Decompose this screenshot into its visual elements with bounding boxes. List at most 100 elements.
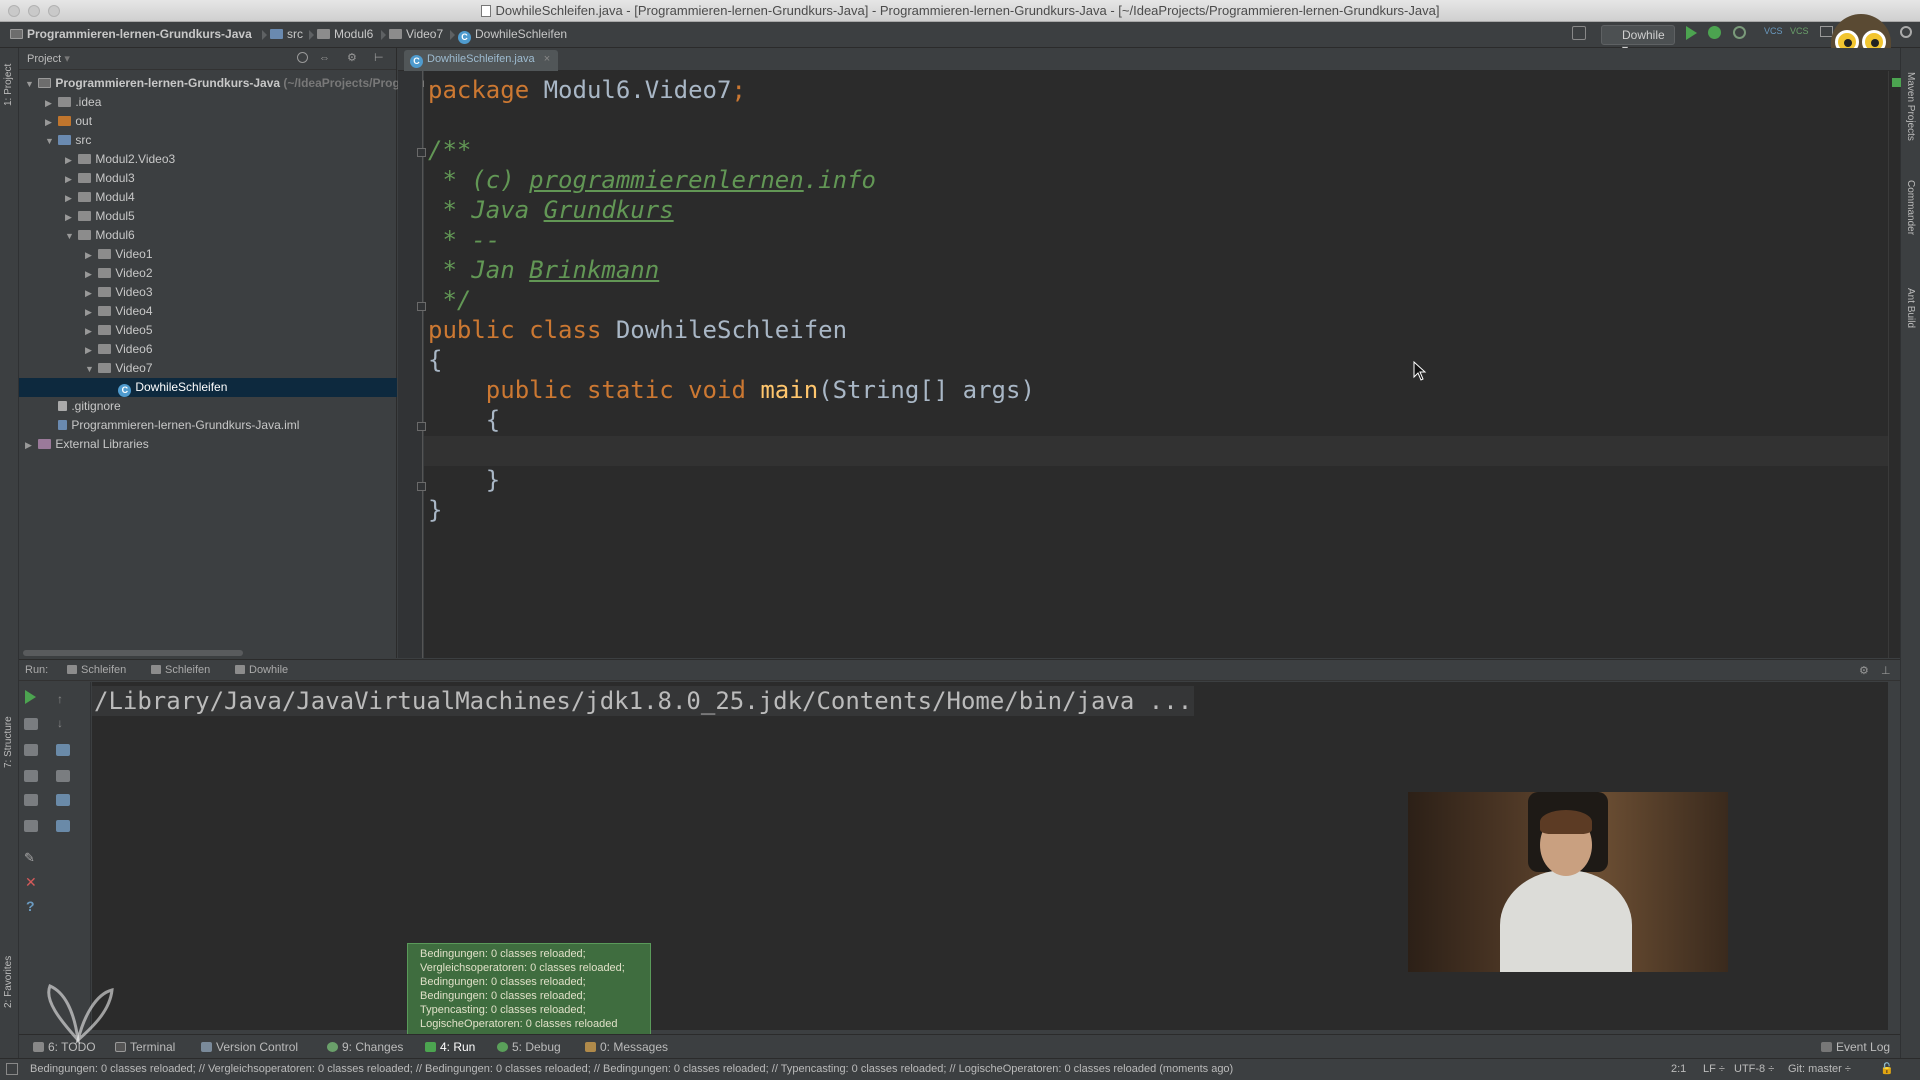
tree-item[interactable]: ▶ Modul4 (19, 188, 397, 207)
collapse-arrow-icon[interactable]: ▶ (85, 265, 95, 284)
editor-vertical-scrollbar[interactable] (1888, 71, 1900, 658)
reload-notification-balloon[interactable]: Bedingungen: 0 classes reloaded; Verglei… (407, 943, 651, 1035)
dump-threads-icon[interactable] (24, 770, 38, 782)
vcs-commit-icon[interactable]: VCS (1790, 26, 1809, 44)
tree-item[interactable]: ▶ Video4 (19, 302, 397, 321)
tree-item[interactable]: ▼ Video7 (19, 359, 397, 378)
scroll-from-source-icon[interactable] (297, 52, 308, 63)
search-icon[interactable] (1900, 26, 1912, 38)
collapse-arrow-icon[interactable]: ▶ (65, 208, 75, 227)
project-view-select[interactable]: Project (27, 53, 61, 65)
toggle-tool-windows-icon[interactable] (6, 1063, 18, 1075)
breadcrumb-modul6[interactable]: Modul6 (317, 27, 373, 41)
file-encoding[interactable]: UTF-8 ÷ (1734, 1063, 1774, 1075)
tool-window-version-control[interactable]: Version Control (201, 1040, 298, 1054)
collapse-arrow-icon[interactable]: ▶ (45, 113, 55, 132)
tool-window-changes[interactable]: 9: Changes (327, 1040, 403, 1054)
structure-tool-button[interactable]: 7: Structure (3, 716, 14, 768)
expand-arrow-icon[interactable]: ▼ (65, 227, 75, 246)
debug-icon[interactable] (1708, 26, 1721, 39)
clear-all-icon[interactable] (56, 820, 70, 832)
maven-projects-tool-button[interactable]: Maven Projects (1905, 72, 1916, 141)
collapse-arrow-icon[interactable]: ▶ (85, 303, 95, 322)
rerun-icon[interactable] (25, 690, 36, 709)
collapse-arrow-icon[interactable]: ▶ (45, 94, 55, 113)
expand-arrow-icon[interactable]: ▼ (85, 360, 95, 379)
horizontal-scrollbar[interactable] (23, 650, 243, 656)
pause-icon[interactable] (24, 744, 38, 756)
tree-item[interactable]: ▶ Video6 (19, 340, 397, 359)
breadcrumb-src[interactable]: src (270, 27, 303, 41)
up-stack-icon[interactable]: ↑ (57, 692, 63, 706)
tree-item[interactable]: ▶ External Libraries (19, 435, 397, 454)
vcs-update-icon[interactable]: VCS (1764, 26, 1783, 44)
git-branch[interactable]: Git: master ÷ (1788, 1063, 1851, 1075)
breadcrumb-project[interactable]: Programmieren-lernen-Grundkurs-Java (10, 27, 252, 41)
expand-arrow-icon[interactable]: ▼ (25, 75, 35, 94)
hide-panel-icon[interactable]: ⊢ (374, 51, 384, 64)
exit-icon[interactable] (24, 794, 38, 806)
fold-marker[interactable] (417, 302, 426, 311)
tool-window-terminal[interactable]: Terminal (115, 1040, 175, 1054)
run-configuration-select[interactable]: Dowhile ▾ (1601, 25, 1675, 56)
tool-window-debug[interactable]: 5: Debug (497, 1040, 561, 1054)
event-log-button[interactable]: Event Log (1821, 1040, 1890, 1054)
run-tab-dowhile[interactable]: Dowhile (235, 664, 288, 676)
down-stack-icon[interactable]: ↓ (57, 716, 63, 730)
structure-toolbar-icon[interactable] (1572, 26, 1586, 40)
collapse-arrow-icon[interactable]: ▶ (85, 341, 95, 360)
run-tab-schleifen-2[interactable]: Schleifen (151, 664, 210, 676)
collapse-arrow-icon[interactable]: ▶ (25, 436, 35, 455)
soft-wrap-icon[interactable] (56, 744, 70, 756)
project-tool-button[interactable]: 1: Project (3, 64, 14, 106)
tree-item[interactable]: ▶ Video1 (19, 245, 397, 264)
lock-icon[interactable]: 🔓 (1880, 1062, 1894, 1075)
breadcrumb-class[interactable]: C DowhileSchleifen (458, 27, 567, 44)
close-icon[interactable]: ✕ (25, 874, 37, 891)
pin-icon[interactable]: ✎ (24, 850, 35, 866)
code-editor[interactable]: package Modul6.Video7; /** * (c) programm… (424, 71, 1894, 658)
help-icon[interactable]: ? (26, 898, 35, 914)
tree-item[interactable]: .gitignore (19, 397, 397, 416)
run-tab-schleifen-1[interactable]: Schleifen (67, 664, 126, 676)
collapse-arrow-icon[interactable]: ▶ (65, 170, 75, 189)
print-icon[interactable] (56, 794, 70, 806)
collapse-arrow-icon[interactable]: ▶ (65, 151, 75, 170)
commander-tool-button[interactable]: Commander (1905, 180, 1916, 235)
tree-item[interactable]: ▶ out (19, 112, 397, 131)
tree-item[interactable]: ▼ Programmieren-lernen-Grundkurs-Java (~… (19, 74, 601, 94)
collapse-arrow-icon[interactable]: ▶ (65, 189, 75, 208)
tree-item[interactable]: Programmieren-lernen-Grundkurs-Java.iml (19, 416, 397, 435)
tree-item[interactable]: ▶ Video5 (19, 321, 397, 340)
fold-marker[interactable] (417, 422, 426, 431)
collapse-all-icon[interactable]: ⇔ (319, 52, 330, 64)
tab-dowhileschleifen[interactable]: C DowhileSchleifen.java × (404, 50, 559, 71)
run-icon[interactable] (1686, 26, 1697, 44)
tree-item[interactable]: ▼ Modul6 (19, 226, 397, 245)
tool-window-messages[interactable]: 0: Messages (585, 1040, 668, 1054)
line-separator[interactable]: LF ÷ (1703, 1063, 1725, 1075)
layout-icon[interactable] (24, 820, 38, 832)
stop-icon[interactable] (24, 718, 38, 730)
gear-icon[interactable]: ⚙ (347, 51, 357, 64)
close-tab-icon[interactable]: × (544, 53, 550, 65)
breadcrumb-video7[interactable]: Video7 (389, 27, 443, 41)
collapse-arrow-icon[interactable]: ▶ (85, 322, 95, 341)
tree-item[interactable]: ▶ Modul3 (19, 169, 397, 188)
tree-item[interactable]: ▶ Modul2.Video3 (19, 150, 397, 169)
tree-item[interactable]: ▼ src (19, 131, 397, 150)
editor-gutter[interactable] (398, 71, 423, 658)
collapse-arrow-icon[interactable]: ▶ (85, 246, 95, 265)
tree-item[interactable]: ▶ Video2 (19, 264, 397, 283)
fold-marker[interactable] (417, 148, 426, 157)
fold-marker[interactable] (417, 482, 426, 491)
ant-build-tool-button[interactable]: Ant Build (1905, 288, 1916, 328)
coverage-icon[interactable] (1733, 26, 1746, 39)
gear-icon[interactable]: ⚙ (1859, 664, 1869, 677)
tool-window-run[interactable]: 4: Run (425, 1040, 475, 1054)
tree-item[interactable]: ▶ Modul5 (19, 207, 397, 226)
tree-item[interactable]: ▶ Video3 (19, 283, 397, 302)
hide-run-panel-icon[interactable]: ⊥ (1881, 664, 1891, 677)
status-message[interactable]: Bedingungen: 0 classes reloaded; // Verg… (30, 1063, 1650, 1075)
tree-item[interactable]: ▶ .idea (19, 93, 397, 112)
